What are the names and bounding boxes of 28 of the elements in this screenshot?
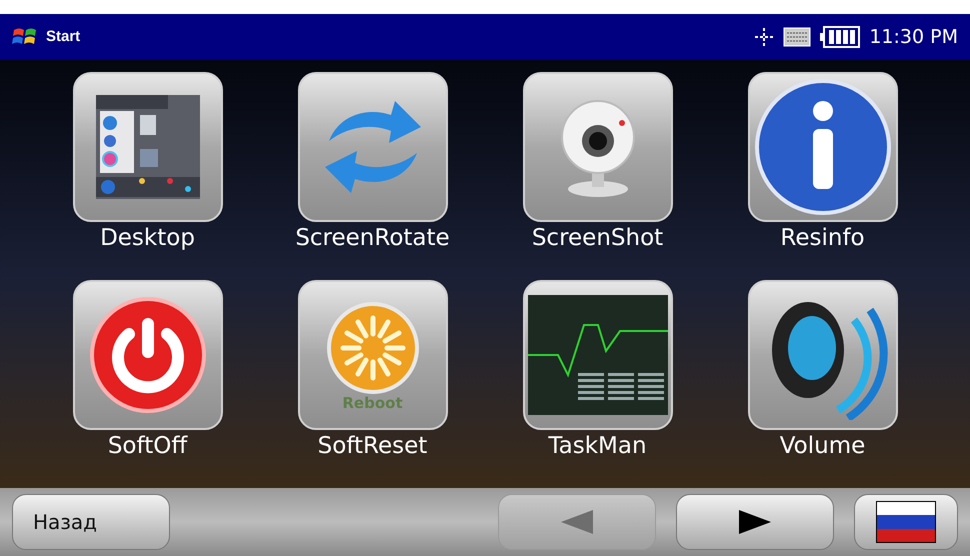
task-manager-graph-icon xyxy=(528,295,668,415)
right-triangle-icon xyxy=(737,508,773,536)
app-label[interactable]: Desktop xyxy=(100,222,195,272)
app-label[interactable]: TaskMan xyxy=(548,430,647,480)
app-label[interactable]: Volume xyxy=(780,430,866,480)
power-icon xyxy=(88,296,206,414)
app-tile[interactable] xyxy=(298,72,448,222)
battery-icon[interactable] xyxy=(819,25,862,49)
app-label[interactable]: SoftOff xyxy=(108,430,188,480)
app-tile[interactable] xyxy=(748,280,898,430)
app-tile[interactable] xyxy=(72,280,222,430)
app-tile[interactable] xyxy=(72,72,222,222)
left-triangle-icon xyxy=(559,508,595,536)
app-label[interactable]: ScreenRotate xyxy=(295,222,450,272)
app-tile[interactable] xyxy=(522,280,672,430)
app-tile[interactable] xyxy=(522,72,672,222)
language-button[interactable] xyxy=(854,494,958,550)
info-icon xyxy=(752,77,892,217)
start-button[interactable]: Start xyxy=(12,24,80,50)
app-tile[interactable] xyxy=(748,72,898,222)
back-button[interactable]: Назад xyxy=(12,494,170,550)
clock[interactable]: 11:30 PM xyxy=(869,22,958,52)
app-label[interactable]: Resinfo xyxy=(780,222,865,272)
russian-flag-icon xyxy=(876,501,936,543)
next-button[interactable] xyxy=(676,494,834,550)
keyboard-icon[interactable] xyxy=(783,26,812,48)
app-label[interactable]: SoftReset xyxy=(318,430,428,480)
app-label[interactable]: ScreenShot xyxy=(532,222,664,272)
